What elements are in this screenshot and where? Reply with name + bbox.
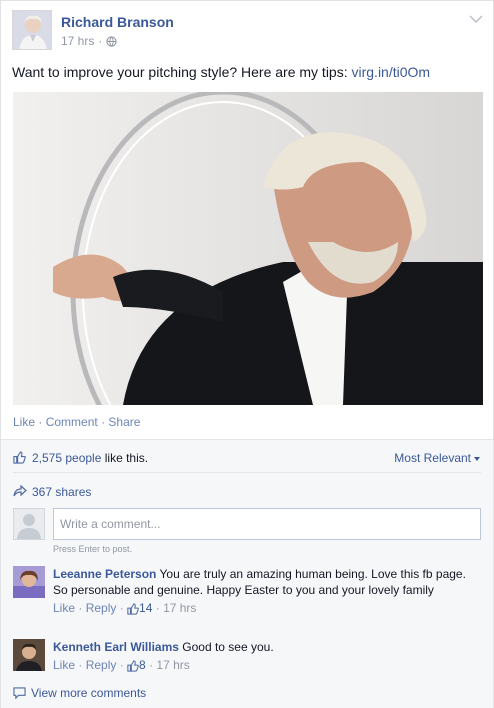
thumbs-up-icon — [127, 660, 139, 672]
view-more-label: View more comments — [31, 686, 147, 700]
comment-like-link[interactable]: Like — [53, 601, 75, 615]
most-relevant-label: Most Relevant — [394, 451, 471, 465]
share-icon — [13, 485, 27, 497]
comment-actions: Like · Reply · 8 · 17 hrs — [53, 658, 190, 672]
caret-down-icon — [474, 456, 480, 461]
comment-reply-link[interactable]: Reply — [86, 658, 117, 672]
author-avatar[interactable] — [12, 10, 52, 50]
thumbs-up-icon — [127, 603, 139, 615]
shares-row[interactable]: 367 shares — [13, 484, 481, 500]
comment-like-count[interactable]: 8 — [139, 658, 146, 672]
post-actions: Like · Comment · Share — [13, 415, 141, 429]
post-photo[interactable] — [13, 92, 483, 405]
comment-like-count[interactable]: 14 — [139, 601, 152, 615]
viewer-avatar — [13, 508, 45, 540]
share-link[interactable]: Share — [108, 415, 140, 429]
shares-count[interactable]: 367 shares — [32, 485, 91, 499]
comment-link[interactable]: Comment — [46, 415, 98, 429]
likes-people[interactable]: 2,575 people — [32, 451, 101, 465]
post-body: Want to improve your pitching style? Her… — [12, 64, 352, 80]
post-meta: 17 hrs · — [61, 34, 117, 48]
ufi-panel: 2,575 people like this. Most Relevant 36… — [1, 439, 493, 708]
commenter-avatar[interactable] — [13, 639, 45, 671]
chevron-down-icon[interactable] — [469, 14, 483, 24]
comment-time[interactable]: 17 hrs — [156, 658, 189, 672]
most-relevant-dropdown[interactable]: Most Relevant — [394, 451, 481, 465]
comment-body: Leeanne Peterson You are truly an amazin… — [53, 566, 475, 616]
commenter-name[interactable]: Leeanne Peterson — [53, 567, 156, 581]
press-enter-hint: Press Enter to post. — [53, 544, 133, 554]
likes-row: 2,575 people like this. Most Relevant — [13, 450, 481, 473]
post-text: Want to improve your pitching style? Her… — [12, 64, 430, 80]
comment-actions: Like · Reply · 14 · 17 hrs — [53, 601, 197, 615]
comment-like-link[interactable]: Like — [53, 658, 75, 672]
comment-body: Kenneth Earl Williams Good to see you. L… — [53, 639, 475, 673]
view-more-comments[interactable]: View more comments — [13, 686, 146, 700]
post-link[interactable]: virg.in/ti0Om — [352, 64, 431, 80]
thumbs-up-icon — [13, 451, 26, 464]
comment-text: Good to see you. — [178, 640, 274, 654]
globe-icon — [106, 35, 117, 47]
comment-time[interactable]: 17 hrs — [163, 601, 196, 615]
comment-reply-link[interactable]: Reply — [86, 601, 117, 615]
post-time[interactable]: 17 hrs — [61, 34, 94, 48]
like-link[interactable]: Like — [13, 415, 35, 429]
commenter-name[interactable]: Kenneth Earl Williams — [53, 640, 179, 654]
post-header: Richard Branson 17 hrs · — [12, 10, 485, 52]
commenter-avatar[interactable] — [13, 566, 45, 598]
comment-input[interactable]: Write a comment... — [53, 508, 481, 540]
speech-bubble-icon — [13, 687, 26, 699]
likes-suffix: like this. — [101, 451, 149, 465]
post-card: Richard Branson 17 hrs · Want to improve… — [0, 0, 494, 708]
likes-count[interactable]: 2,575 people like this. — [32, 451, 148, 465]
author-name[interactable]: Richard Branson — [61, 14, 174, 30]
